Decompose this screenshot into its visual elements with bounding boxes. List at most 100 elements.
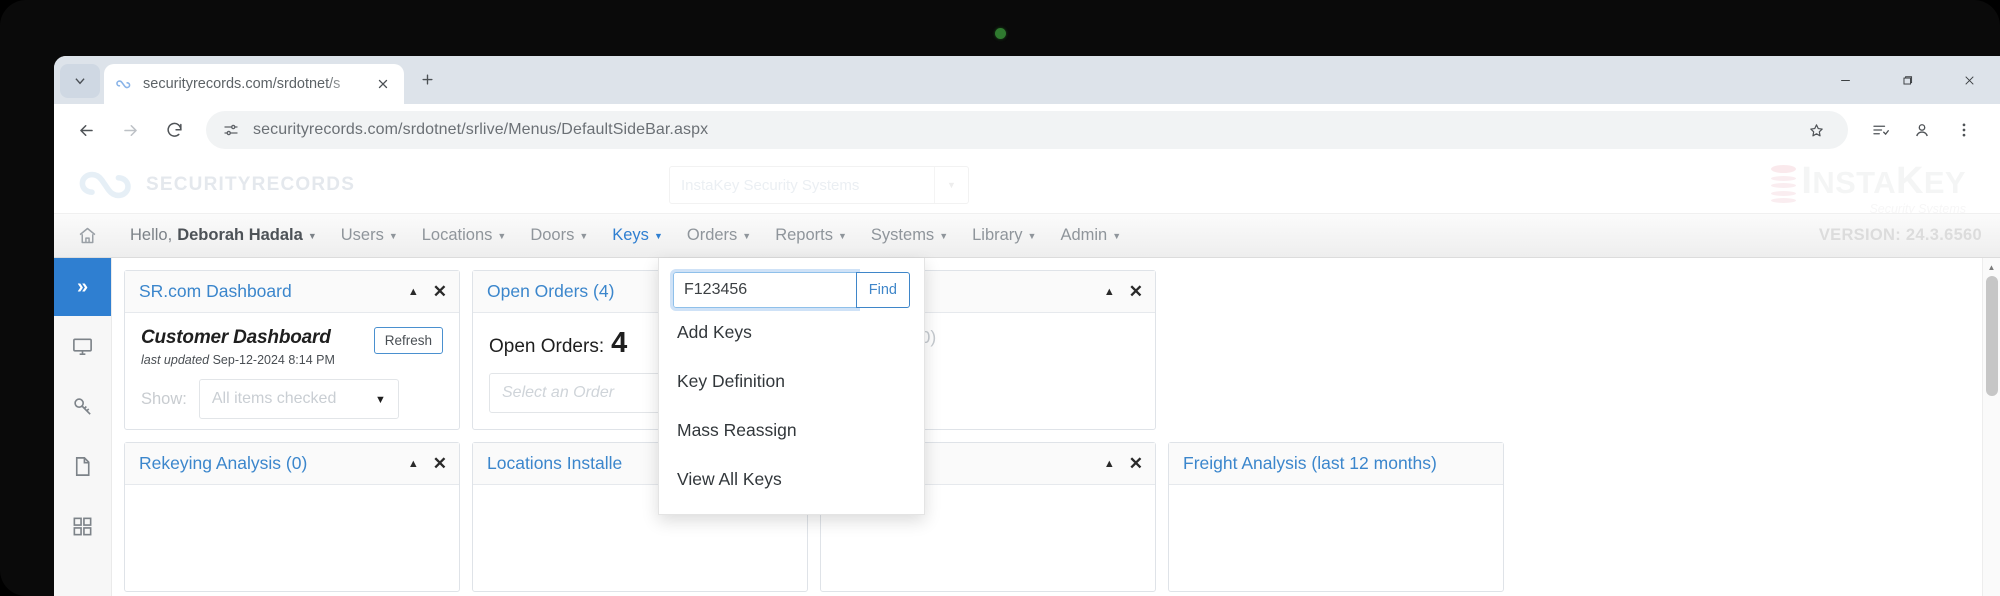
app-logo[interactable]: SECURITYRECORDS	[76, 165, 355, 205]
sidebar-item-monitor[interactable]	[54, 316, 111, 376]
caret-up-icon[interactable]: ▲	[1104, 286, 1115, 298]
menu-item-label: Reports	[775, 226, 833, 244]
arrow-left-icon	[79, 124, 93, 136]
keys-menu-item-mass-reassign[interactable]: Mass Reassign	[659, 406, 924, 455]
show-filter-select[interactable]: All items checked ▼	[198, 379, 399, 419]
browser-menu-button[interactable]	[1944, 110, 1984, 150]
restore-icon	[1902, 75, 1912, 85]
minimize-icon	[1840, 79, 1850, 81]
reload-button[interactable]	[154, 110, 194, 150]
home-icon[interactable]	[72, 225, 102, 246]
keys-search-input[interactable]: F123456	[670, 269, 860, 311]
dashboard-heading-block: Customer Dashboard last updated Sep-12-2…	[141, 327, 335, 367]
open-orders-value: 4	[611, 327, 628, 359]
account-icon	[1916, 124, 1928, 137]
app-body: » SR.com Dashboard ▲ ✕ Customer Dashboar…	[54, 258, 2000, 596]
close-icon[interactable]: ✕	[433, 454, 447, 474]
caret-down-icon: ▼	[653, 231, 663, 241]
company-selector[interactable]: InstaKey Security Systems ▼	[669, 166, 969, 204]
sidebar-item-documents[interactable]	[54, 436, 111, 496]
browser-toolbar: securityrecords.com/srdotnet/srlive/Menu…	[54, 104, 2000, 156]
profile-button[interactable]	[1902, 110, 1942, 150]
web-page-viewport: SECURITYRECORDS InstaKey Security System…	[54, 156, 2000, 596]
app-header: SECURITYRECORDS InstaKey Security System…	[54, 156, 2000, 216]
monitor-icon	[73, 337, 92, 355]
keys-search-value: F123456	[684, 281, 748, 298]
caret-down-icon: ▼	[1112, 231, 1122, 241]
caret-down-icon: ▼	[388, 231, 398, 241]
caret-down-icon: ▼	[579, 231, 589, 241]
close-icon	[378, 79, 388, 89]
keys-menu-item-key-definition[interactable]: Key Definition	[659, 357, 924, 406]
key-stack-icon	[1771, 165, 1797, 216]
sidebar-item-keys[interactable]	[54, 376, 111, 436]
last-updated-label: last updated	[141, 353, 210, 367]
caret-down-icon: ▼	[374, 393, 386, 406]
caret-up-icon[interactable]: ▲	[408, 286, 419, 298]
user-greeting-menu[interactable]: Hello, Deborah Hadala ▼	[118, 214, 329, 258]
company-selector-value: InstaKey Security Systems	[681, 176, 860, 194]
menu-item-label: Library	[972, 226, 1023, 244]
instakey-brand-text: INSTAKEY Security Systems	[1801, 162, 1966, 216]
browser-tab[interactable]: securityrecords.com/srdotnet/s	[104, 64, 404, 104]
close-icon[interactable]: ✕	[433, 282, 447, 302]
sidebar-expand-toggle[interactable]: »	[54, 258, 111, 316]
caret-up-icon[interactable]: ▲	[1983, 258, 2000, 276]
caret-up-icon[interactable]: ▲	[408, 458, 419, 470]
menu-item-reports[interactable]: Reports ▼	[763, 214, 859, 258]
document-icon	[75, 456, 90, 476]
last-updated-text: last updated Sep-12-2024 8:14 PM	[141, 353, 335, 367]
caret-down-icon[interactable]: ▼	[934, 167, 968, 203]
window-close-button[interactable]	[1938, 56, 2000, 104]
browser-tab-strip: securityrecords.com/srdotnet/s	[54, 56, 2000, 104]
tab-close-button[interactable]	[370, 71, 396, 97]
menu-item-systems[interactable]: Systems ▼	[859, 214, 960, 258]
app-sidebar: »	[54, 258, 112, 596]
keys-dropdown-menu: F123456 Find Add Keys Key Definition Mas…	[658, 258, 925, 515]
caret-down-icon: ▼	[1027, 231, 1037, 241]
widget-title: SR.com Dashboard	[139, 281, 292, 301]
tab-search-button[interactable]	[60, 64, 100, 98]
menu-item-locations[interactable]: Locations ▼	[410, 214, 519, 258]
browser-tab-title: securityrecords.com/srdotnet/s	[143, 76, 341, 92]
browser-window: securityrecords.com/srdotnet/s securityr…	[54, 56, 2000, 596]
app-version-label: VERSION: 24.3.6560	[1818, 226, 1982, 244]
dashboard-heading-row: Customer Dashboard last updated Sep-12-2…	[141, 327, 443, 367]
menu-item-users[interactable]: Users ▼	[329, 214, 410, 258]
securityrecords-infinity-icon	[76, 165, 132, 205]
menu-item-orders[interactable]: Orders ▼	[675, 214, 763, 258]
keys-menu-item-view-all-keys[interactable]: View All Keys	[659, 455, 924, 504]
widget-row-2: Rekeying Analysis (0) ▲ ✕ Locations Inst…	[124, 442, 1982, 592]
app-menu-bar: Hello, Deborah Hadala ▼ Users ▼ Location…	[54, 214, 2000, 258]
menu-item-doors[interactable]: Doors ▼	[518, 214, 600, 258]
address-bar-actions	[1800, 114, 1832, 146]
address-bar[interactable]: securityrecords.com/srdotnet/srlive/Menu…	[206, 111, 1848, 149]
menu-item-library[interactable]: Library ▼	[960, 214, 1048, 258]
keys-menu-item-add-keys[interactable]: Add Keys	[659, 308, 924, 357]
page-scrollbar[interactable]: ▲	[1982, 258, 2000, 596]
address-bar-url: securityrecords.com/srdotnet/srlive/Menu…	[253, 121, 709, 138]
forward-button[interactable]	[110, 110, 150, 150]
menu-item-admin[interactable]: Admin ▼	[1048, 214, 1133, 258]
back-button[interactable]	[66, 110, 106, 150]
chevron-down-icon	[75, 78, 85, 85]
find-button[interactable]: Find	[855, 272, 910, 308]
menu-item-label: Locations	[421, 226, 493, 244]
widget-header: SR.com Dashboard ▲ ✕	[125, 271, 459, 313]
close-icon[interactable]: ✕	[1129, 282, 1143, 302]
caret-down-icon: ▼	[742, 231, 752, 241]
new-tab-button[interactable]	[414, 66, 440, 92]
caret-up-icon[interactable]: ▲	[1104, 458, 1115, 470]
window-minimize-button[interactable]	[1814, 56, 1876, 104]
scroll-thumb[interactable]	[1986, 276, 1998, 396]
bookmark-button[interactable]	[1800, 114, 1832, 146]
arrow-right-icon	[123, 124, 137, 136]
window-maximize-button[interactable]	[1876, 56, 1938, 104]
close-icon[interactable]: ✕	[1129, 454, 1143, 474]
sidebar-item-grid[interactable]	[54, 496, 111, 556]
tune-icon[interactable]	[222, 121, 240, 139]
reading-list-button[interactable]	[1860, 110, 1900, 150]
refresh-button[interactable]: Refresh	[373, 327, 443, 354]
menu-item-keys[interactable]: Keys ▼	[600, 214, 675, 258]
key-icon	[74, 397, 91, 415]
